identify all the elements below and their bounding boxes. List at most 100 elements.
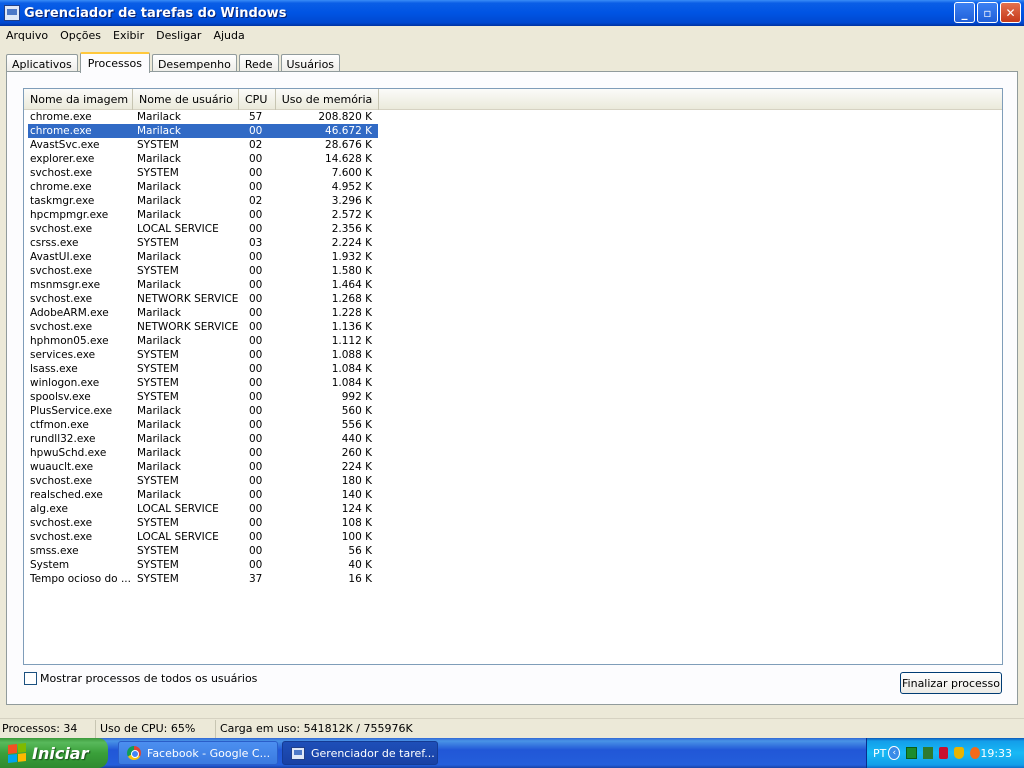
table-row[interactable]: chrome.exe Marilack 57 208.820 K — [28, 110, 378, 124]
cell-user-name: Marilack — [137, 251, 181, 263]
cell-user-name: SYSTEM — [137, 573, 179, 585]
language-indicator[interactable]: PT — [873, 747, 886, 760]
table-row[interactable]: hpcmpmgr.exe Marilack 00 2.572 K — [28, 208, 378, 222]
end-process-button[interactable]: Finalizar processo — [900, 672, 1002, 694]
restore-button[interactable]: ▫ — [977, 2, 998, 23]
cell-image-name: services.exe — [30, 349, 96, 361]
menu-arquivo[interactable]: Arquivo — [0, 29, 54, 42]
menu-ajuda[interactable]: Ajuda — [207, 29, 250, 42]
cell-image-name: alg.exe — [30, 503, 68, 515]
table-row[interactable]: svchost.exe NETWORK SERVICE 00 1.268 K — [28, 292, 378, 306]
cell-user-name: Marilack — [137, 419, 181, 431]
cell-cpu: 00 — [249, 265, 263, 277]
tab-processos[interactable]: Processos — [79, 52, 150, 73]
cell-memory: 1.084 K — [331, 377, 372, 389]
table-row[interactable]: realsched.exe Marilack 00 140 K — [28, 488, 378, 502]
cell-image-name: winlogon.exe — [30, 377, 100, 389]
header-memory[interactable]: Uso de memória — [276, 89, 379, 110]
cell-cpu: 00 — [249, 447, 263, 459]
table-row[interactable]: alg.exe LOCAL SERVICE 00 124 K — [28, 502, 378, 516]
table-row[interactable]: svchost.exe SYSTEM 00 108 K — [28, 516, 378, 530]
table-row[interactable]: svchost.exe SYSTEM 00 1.580 K — [28, 264, 378, 278]
menu-exibir[interactable]: Exibir — [107, 29, 150, 42]
show-all-checkbox[interactable] — [24, 672, 37, 685]
cell-user-name: SYSTEM — [137, 265, 179, 277]
chrome-icon — [127, 746, 141, 760]
table-row[interactable]: rundll32.exe Marilack 00 440 K — [28, 432, 378, 446]
cell-cpu: 00 — [249, 125, 263, 137]
table-row[interactable]: lsass.exe SYSTEM 00 1.084 K — [28, 362, 378, 376]
table-row[interactable]: ctfmon.exe Marilack 00 556 K — [28, 418, 378, 432]
cell-cpu: 00 — [249, 461, 263, 473]
table-row[interactable]: AdobeARM.exe Marilack 00 1.228 K — [28, 306, 378, 320]
cell-memory: 28.676 K — [325, 139, 372, 151]
security-shield-icon[interactable] — [954, 747, 965, 759]
cell-cpu: 00 — [249, 209, 263, 221]
status-cpu: Uso de CPU: 65% — [96, 719, 216, 738]
cell-image-name: hphmon05.exe — [30, 335, 109, 347]
cell-cpu: 03 — [249, 237, 263, 249]
start-button[interactable]: Iniciar — [0, 738, 108, 768]
adobe-icon[interactable] — [938, 747, 949, 759]
cell-memory: 556 K — [341, 419, 372, 431]
cell-memory: 2.224 K — [331, 237, 372, 249]
table-row[interactable]: PlusService.exe Marilack 00 560 K — [28, 404, 378, 418]
header-image-name[interactable]: Nome da imagem — [24, 89, 133, 110]
table-row[interactable]: svchost.exe LOCAL SERVICE 00 100 K — [28, 530, 378, 544]
show-all-processes[interactable]: Mostrar processos de todos os usuários — [24, 672, 257, 685]
table-row[interactable]: chrome.exe Marilack 00 4.952 K — [28, 180, 378, 194]
table-row[interactable]: explorer.exe Marilack 00 14.628 K — [28, 152, 378, 166]
show-hidden-icons-button[interactable]: ‹ — [888, 746, 901, 760]
show-all-label[interactable]: Mostrar processos de todos os usuários — [40, 672, 257, 685]
cell-user-name: SYSTEM — [137, 363, 179, 375]
cell-user-name: SYSTEM — [137, 377, 179, 389]
cell-user-name: Marilack — [137, 307, 181, 319]
minimize-button[interactable]: _ — [954, 2, 975, 23]
table-row[interactable]: taskmgr.exe Marilack 02 3.296 K — [28, 194, 378, 208]
clock[interactable]: 19:33 — [980, 747, 1012, 760]
table-row[interactable]: hpwuSchd.exe Marilack 00 260 K — [28, 446, 378, 460]
menu-opcoes[interactable]: Opções — [54, 29, 107, 42]
table-row[interactable]: System SYSTEM 00 40 K — [28, 558, 378, 572]
cell-image-name: explorer.exe — [30, 153, 95, 165]
table-row[interactable]: csrss.exe SYSTEM 03 2.224 K — [28, 236, 378, 250]
cell-memory: 100 K — [341, 531, 372, 543]
header-user-name[interactable]: Nome de usuário — [133, 89, 239, 110]
cell-user-name: SYSTEM — [137, 475, 179, 487]
table-row[interactable]: svchost.exe LOCAL SERVICE 00 2.356 K — [28, 222, 378, 236]
table-row[interactable]: smss.exe SYSTEM 00 56 K — [28, 544, 378, 558]
table-row[interactable]: msnmsgr.exe Marilack 00 1.464 K — [28, 278, 378, 292]
table-row[interactable]: AvastSvc.exe SYSTEM 02 28.676 K — [28, 138, 378, 152]
table-row[interactable]: winlogon.exe SYSTEM 00 1.084 K — [28, 376, 378, 390]
close-button[interactable]: ✕ — [1000, 2, 1021, 23]
title-bar[interactable]: Gerenciador de tarefas do Windows _ ▫ ✕ — [0, 0, 1024, 26]
table-row[interactable]: svchost.exe NETWORK SERVICE 00 1.136 K — [28, 320, 378, 334]
header-cpu[interactable]: CPU — [239, 89, 276, 110]
table-row[interactable]: wuauclt.exe Marilack 00 224 K — [28, 460, 378, 474]
cell-user-name: SYSTEM — [137, 139, 179, 151]
cell-user-name: Marilack — [137, 279, 181, 291]
table-row[interactable]: chrome.exe Marilack 00 46.672 K — [28, 124, 378, 138]
menu-bar: Arquivo Opções Exibir Desligar Ajuda — [0, 26, 1024, 44]
taskbar-item-task-manager[interactable]: Gerenciador de taref... — [282, 741, 438, 765]
table-row[interactable]: Tempo ocioso do ... SYSTEM 37 16 K — [28, 572, 378, 586]
table-row[interactable]: AvastUI.exe Marilack 00 1.932 K — [28, 250, 378, 264]
network-icon[interactable] — [906, 747, 917, 759]
hardware-icon[interactable] — [922, 747, 933, 759]
cell-image-name: csrss.exe — [30, 237, 79, 249]
menu-desligar[interactable]: Desligar — [150, 29, 207, 42]
cell-memory: 1.112 K — [331, 335, 372, 347]
avast-icon[interactable] — [970, 747, 981, 759]
table-row[interactable]: hphmon05.exe Marilack 00 1.112 K — [28, 334, 378, 348]
table-row[interactable]: svchost.exe SYSTEM 00 7.600 K — [28, 166, 378, 180]
cell-cpu: 00 — [249, 181, 263, 193]
table-row[interactable]: services.exe SYSTEM 00 1.088 K — [28, 348, 378, 362]
cell-user-name: SYSTEM — [137, 545, 179, 557]
taskbar-item-chrome[interactable]: Facebook - Google C... — [118, 741, 278, 765]
table-row[interactable]: svchost.exe SYSTEM 00 180 K — [28, 474, 378, 488]
cell-memory: 56 K — [348, 545, 372, 557]
table-row[interactable]: spoolsv.exe SYSTEM 00 992 K — [28, 390, 378, 404]
cell-user-name: Marilack — [137, 195, 181, 207]
process-list[interactable]: Nome da imagem Nome de usuário CPU Uso d… — [23, 88, 1003, 665]
cell-image-name: svchost.exe — [30, 531, 93, 543]
